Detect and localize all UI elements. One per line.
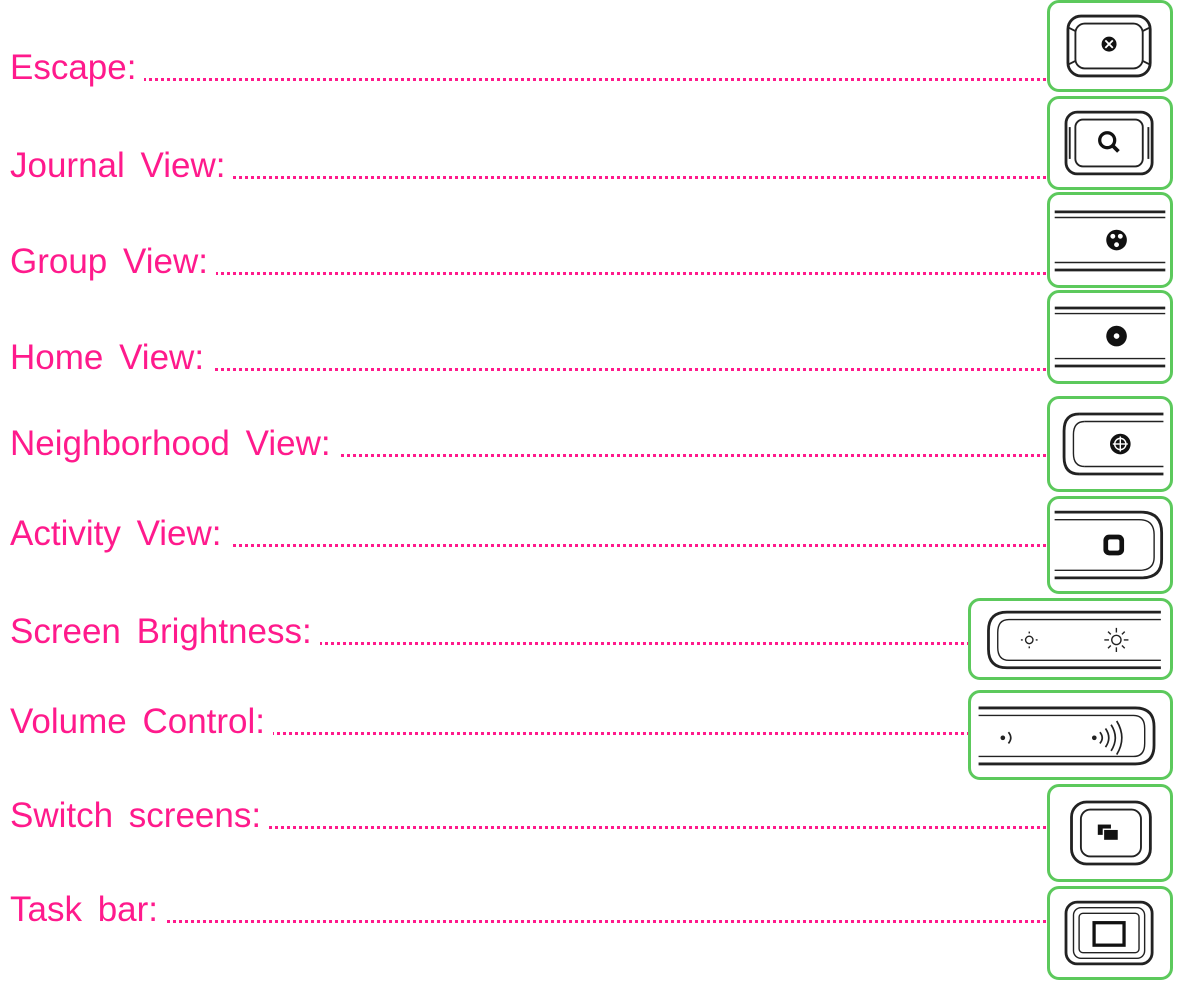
legend-label-screen-brightness: Screen Brightness: [10, 612, 320, 652]
legend-label-escape: Escape: [10, 48, 145, 88]
group-icon [1054, 210, 1166, 272]
legend-label-journal-view: Journal View: [10, 146, 234, 186]
legend-label-switch-screens: Switch screens: [10, 796, 270, 836]
home-key-frame [1047, 290, 1173, 384]
legend-label-home-view: Home View: [10, 338, 213, 378]
brightness-key-frame [968, 598, 1173, 680]
switch-screens-key-frame [1047, 784, 1173, 882]
legend-label-task-bar: Task bar: [10, 890, 166, 930]
volume-key-frame [968, 690, 1173, 780]
taskbar-icon [1064, 900, 1154, 966]
switch-screens-icon [1070, 800, 1152, 866]
neighborhood-icon [1062, 412, 1164, 476]
volume-icon [978, 706, 1156, 766]
legend-label-activity-view: Activity View: [10, 514, 230, 554]
home-icon [1054, 306, 1166, 368]
dotted-leader [12, 920, 1052, 923]
legend-label-volume-control: Volume Control: [10, 702, 274, 742]
brightness-high-icon [1104, 627, 1129, 652]
brightness-low-icon [1020, 631, 1038, 649]
dotted-leader [12, 78, 1052, 81]
volume-high-icon [1091, 720, 1123, 756]
neighborhood-key-frame [1047, 396, 1173, 492]
legend-label-group-view: Group View: [10, 242, 216, 282]
taskbar-key-frame [1047, 886, 1173, 980]
brightness-icon [987, 610, 1161, 670]
volume-low-icon [1000, 731, 1012, 744]
group-key-frame [1047, 192, 1173, 288]
activity-icon [1054, 510, 1164, 580]
search-icon [1064, 110, 1154, 176]
legend-label-neighborhood-view: Neighborhood View: [10, 424, 339, 464]
escape-icon [1066, 14, 1152, 78]
journal-key-frame [1047, 96, 1173, 190]
escape-key-frame [1047, 0, 1173, 92]
activity-key-frame [1047, 496, 1173, 594]
